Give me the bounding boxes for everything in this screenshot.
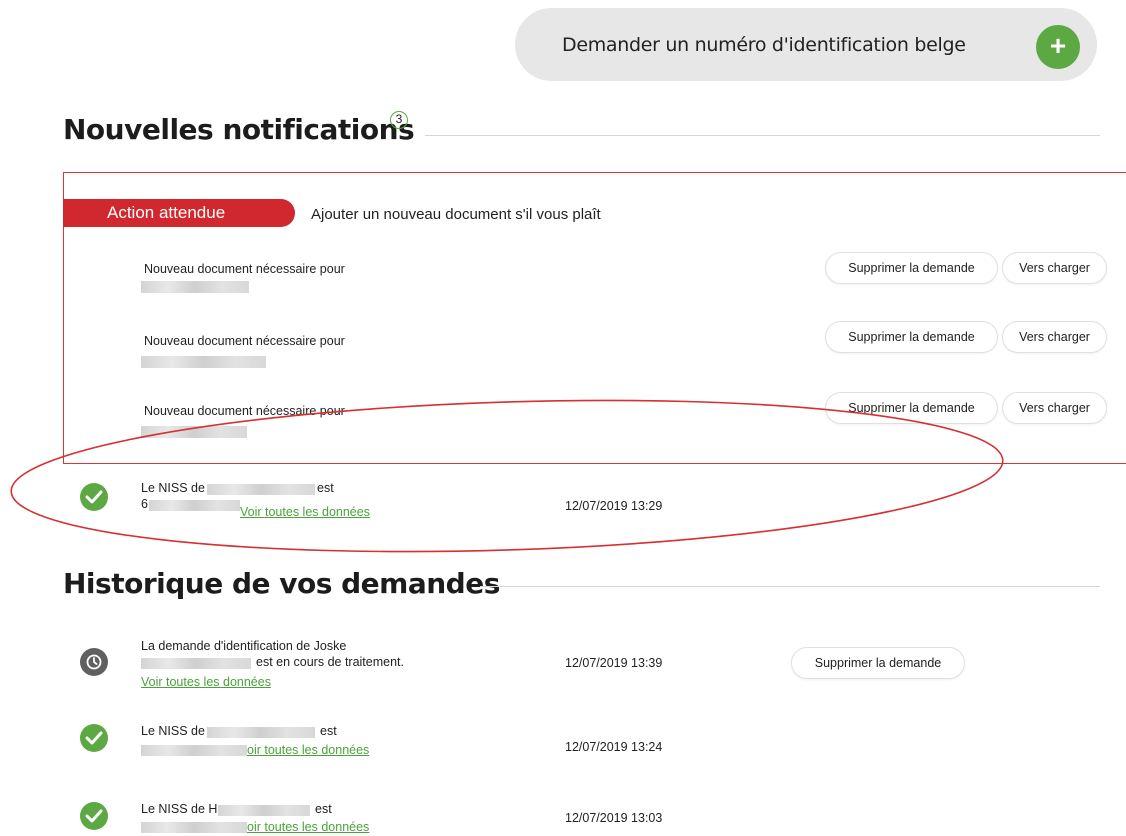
redacted-text: [141, 822, 247, 833]
notification-count-badge: 3: [390, 111, 408, 129]
view-all-data-link[interactable]: oir toutes les données: [247, 820, 369, 834]
section-divider: [425, 135, 1100, 136]
delete-request-button[interactable]: Supprimer la demande: [825, 321, 998, 353]
doc-required-label: Nouveau document nécessaire pour: [144, 404, 345, 418]
history-niss-suffix: est: [320, 724, 337, 738]
upload-button[interactable]: Vers charger: [1002, 252, 1107, 284]
upload-button[interactable]: Vers charger: [1002, 392, 1107, 424]
redacted-text: [207, 727, 315, 738]
history-niss-suffix: est: [315, 802, 332, 816]
status-line2-prefix: 6: [141, 497, 148, 511]
view-all-data-link[interactable]: Voir toutes les données: [240, 505, 370, 519]
redacted-text: [141, 281, 249, 293]
check-icon: [80, 724, 108, 752]
check-icon: [80, 483, 108, 511]
delete-request-button[interactable]: Supprimer la demande: [825, 392, 998, 424]
doc-required-label: Nouveau document nécessaire pour: [144, 262, 345, 276]
section-divider: [480, 586, 1100, 587]
redacted-text: [218, 805, 310, 816]
status-text-prefix: Le NISS de: [141, 481, 205, 495]
redacted-text: [149, 500, 240, 511]
request-id-label: Demander un numéro d'identification belg…: [562, 34, 966, 56]
redacted-text: [141, 745, 247, 756]
notifications-title: Nouvelles notifications: [63, 113, 415, 146]
redacted-text: [207, 484, 315, 495]
history-date: 12/07/2019 13:24: [565, 740, 663, 754]
check-icon: [80, 802, 108, 830]
history-niss-prefix: Le NISS de H: [141, 802, 218, 816]
clock-icon: [80, 648, 108, 676]
action-badge: Action attendue: [63, 199, 295, 227]
history-date: 12/07/2019 13:03: [565, 811, 663, 825]
status-date: 12/07/2019 13:29: [565, 499, 663, 513]
action-badge-label: Action attendue: [107, 203, 226, 222]
request-id-button[interactable]: Demander un numéro d'identification belg…: [515, 8, 1097, 81]
delete-request-button[interactable]: Supprimer la demande: [825, 252, 998, 284]
history-line2: est en cours de traitement.: [256, 655, 404, 669]
redacted-text: [141, 426, 247, 438]
redacted-text: [141, 356, 266, 368]
view-all-data-link[interactable]: Voir toutes les données: [141, 675, 271, 689]
history-line1: La demande d'identification de Joske: [141, 639, 347, 653]
plus-icon[interactable]: +: [1036, 25, 1080, 69]
history-date: 12/07/2019 13:39: [565, 656, 663, 670]
history-title: Historique de vos demandes: [63, 567, 500, 600]
history-niss-prefix: Le NISS de: [141, 724, 205, 738]
doc-required-label: Nouveau document nécessaire pour: [144, 334, 345, 348]
status-text-suffix: est: [317, 481, 334, 495]
action-description: Ajouter un nouveau document s'il vous pl…: [311, 206, 601, 223]
redacted-text: [141, 658, 251, 669]
delete-request-button[interactable]: Supprimer la demande: [791, 647, 965, 679]
upload-button[interactable]: Vers charger: [1002, 321, 1107, 353]
view-all-data-link[interactable]: oir toutes les données: [247, 743, 369, 757]
